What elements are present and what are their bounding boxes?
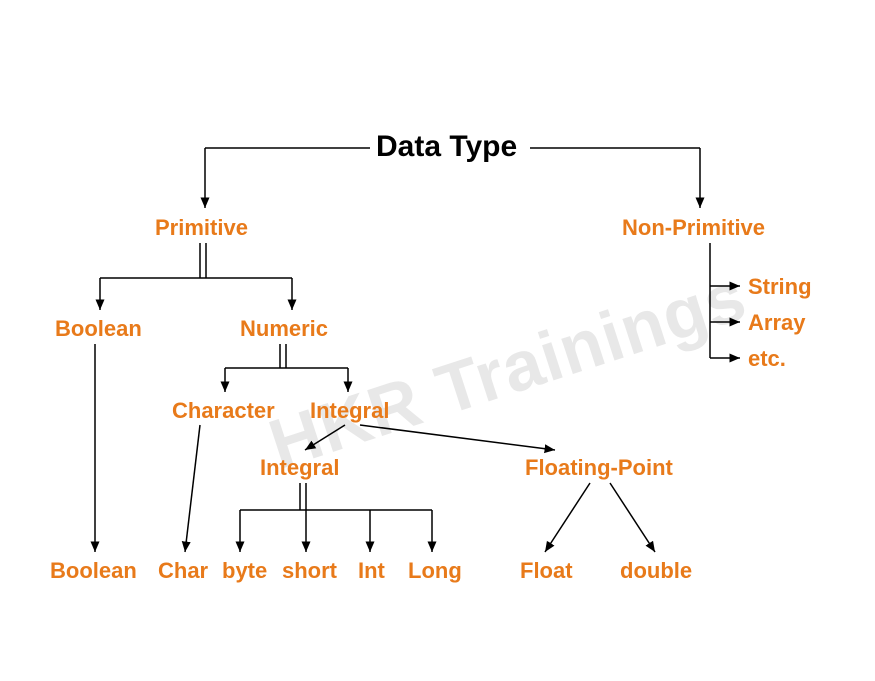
node-short: short bbox=[282, 558, 337, 584]
node-boolean-category: Boolean bbox=[55, 316, 142, 342]
node-float: Float bbox=[520, 558, 573, 584]
node-floating-point: Floating-Point bbox=[525, 455, 673, 481]
node-array: Array bbox=[748, 310, 805, 336]
node-integral-lower: Integral bbox=[260, 455, 339, 481]
node-integral-upper: Integral bbox=[310, 398, 389, 424]
node-long: Long bbox=[408, 558, 462, 584]
node-character: Character bbox=[172, 398, 275, 424]
node-string: String bbox=[748, 274, 812, 300]
node-primitive: Primitive bbox=[155, 215, 248, 241]
node-root-datatype: Data Type bbox=[376, 130, 517, 164]
node-double: double bbox=[620, 558, 692, 584]
node-boolean-leaf: Boolean bbox=[50, 558, 137, 584]
node-int: Int bbox=[358, 558, 385, 584]
node-char: Char bbox=[158, 558, 208, 584]
node-etc: etc. bbox=[748, 346, 786, 372]
node-non-primitive: Non-Primitive bbox=[622, 215, 765, 241]
node-byte: byte bbox=[222, 558, 267, 584]
node-numeric: Numeric bbox=[240, 316, 328, 342]
